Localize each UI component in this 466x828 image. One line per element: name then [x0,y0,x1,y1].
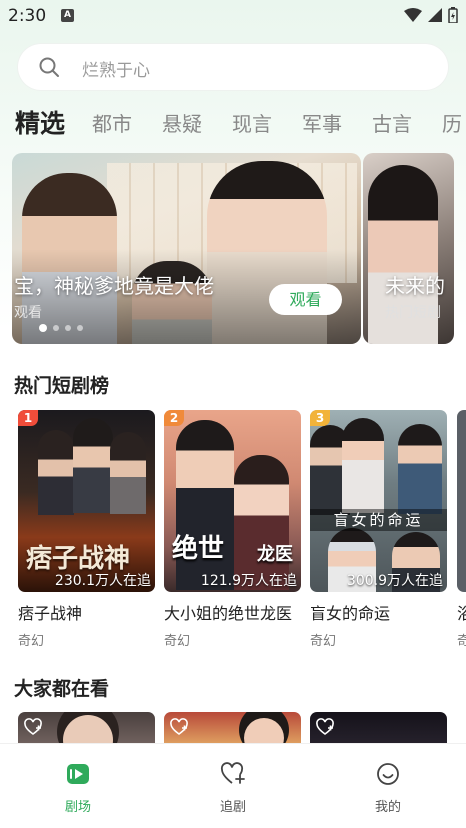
tab-suspense[interactable]: 悬疑 [162,108,202,137]
drama-genre: 奇幻 [164,634,191,649]
watcher-count: 300.9万人在追 [346,573,443,589]
profile-smile-icon [377,763,399,785]
watch-button[interactable]: 观看 [269,284,342,315]
nav-following[interactable]: 追剧 [193,762,273,815]
banner-title: 宝，神秘爹地竟是大佬 [14,274,214,298]
status-icons [404,7,458,23]
rank-badge: 1 [18,410,38,426]
drama-genre: 奇幻 [18,634,45,649]
drama-title[interactable]: 大小姐的绝世龙医 [164,600,301,624]
watcher-count: 230.1万人在追 [54,573,151,589]
banner-main[interactable]: 宝，神秘爹地竟是大佬 观看 观看 [12,153,361,344]
rank-badge: 3 [310,410,330,426]
tab-modern-romance[interactable]: 现言 [232,108,272,137]
carousel-indicator [39,324,83,332]
drama-card[interactable]: 绝世 龙医 2 121.9万人在追 大小姐的绝世龙医 奇幻 [164,410,301,649]
rank-badge: 2 [164,410,184,426]
drama-poster[interactable]: 痞子战神 1 230.1万人在追 [18,410,155,592]
add-to-list-icon[interactable] [316,718,334,736]
add-to-list-icon[interactable] [24,718,42,736]
add-to-list-icon[interactable] [170,718,188,736]
drama-poster[interactable]: 绝世 龙医 2 121.9万人在追 [164,410,301,592]
signal-icon [428,8,442,22]
drama-title[interactable]: 痞子战神 [18,600,155,624]
nav-label: 剧场 [64,800,91,815]
poster-figure [38,430,74,515]
watcher-count: 121.9万人在追 [200,573,297,589]
nav-label: 追剧 [219,800,246,815]
banner-subtitle: 观看 [14,305,42,321]
tab-history[interactable]: 历 [442,108,462,137]
battery-icon [448,7,458,23]
drama-genre: 奇幻 [310,634,337,649]
banner-next[interactable]: 未来的 热门短剧 [363,153,454,344]
nav-profile[interactable]: 我的 [348,762,428,815]
nav-theater[interactable]: 剧场 [38,762,118,815]
tab-featured[interactable]: 精选 [15,104,65,140]
search-icon [39,57,59,77]
banner-next-subtitle: 热门短剧 [385,305,441,321]
bottom-navigation: 剧场 追剧 我的 [0,744,466,828]
poster-caption: 盲女的命运 [310,509,447,531]
tab-military[interactable]: 军事 [302,108,342,137]
banner-next-title: 未来的 [385,274,445,298]
poster-figure [110,432,146,514]
poster-figure [73,418,113,513]
drama-card-peek[interactable] [457,410,466,592]
heart-plus-icon [220,762,245,784]
drama-title-peek: 浴 [457,604,466,623]
drama-genre-peek: 奇 [457,634,466,649]
carousel-dot [65,325,71,331]
drama-title[interactable]: 盲女的命运 [310,600,447,624]
carousel-dot [53,325,59,331]
status-bar: 2:30 A [0,0,466,34]
nav-label: 我的 [374,800,401,815]
drama-poster[interactable]: 盲女的命运 3 300.9万人在追 [310,410,447,592]
poster-caption: 绝世 [172,534,225,564]
search-placeholder: 烂熟于心 [82,61,150,81]
drama-card[interactable]: 痞子战神 1 230.1万人在追 痞子战神 奇幻 [18,410,155,649]
search-bar[interactable]: 烂熟于心 [18,44,448,90]
carousel-dot [77,325,83,331]
hot-section-title: 热门短剧榜 [14,375,110,397]
drama-card[interactable]: 盲女的命运 3 300.9万人在追 盲女的命运 奇幻 [310,410,447,649]
poster-figure [398,424,442,514]
everyone-section-title: 大家都在看 [14,678,110,700]
wifi-icon [404,8,422,22]
status-time: 2:30 [8,6,47,26]
poster-caption-secondary: 龙医 [257,544,293,565]
poster-figure [342,418,384,513]
category-tabs: 精选 都市 悬疑 现言 军事 古言 历 [0,104,466,144]
notification-a-icon: A [61,9,74,22]
tab-urban[interactable]: 都市 [92,108,132,137]
theater-icon [67,764,89,784]
tab-ancient-romance[interactable]: 古言 [372,108,412,137]
carousel-dot [39,324,47,332]
